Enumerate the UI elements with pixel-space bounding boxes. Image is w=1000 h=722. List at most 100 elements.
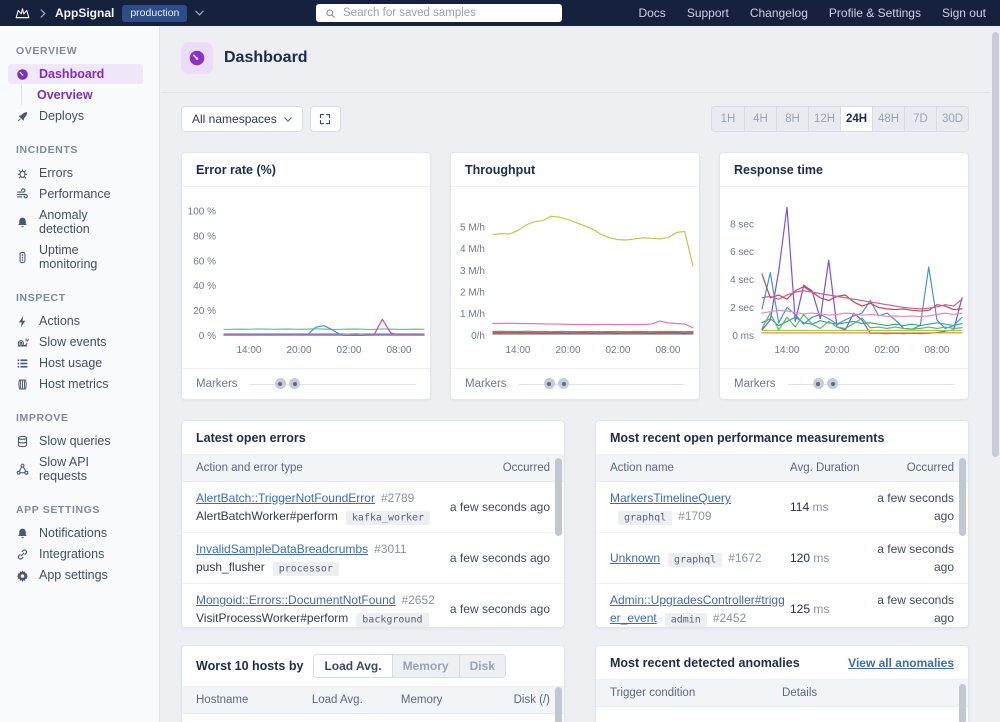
time-range-12h[interactable]: 12H xyxy=(808,107,840,131)
svg-text:4 sec: 4 sec xyxy=(730,275,754,286)
time-range-4h[interactable]: 4H xyxy=(744,107,776,131)
sidebar-item-dashboard[interactable]: Dashboard xyxy=(8,64,143,84)
namespace-badge: admin xyxy=(665,613,707,627)
card-title-row: Most recent detected anomalies View all … xyxy=(596,646,968,680)
namespace-filter-button[interactable]: All namespaces xyxy=(181,106,303,132)
search-input[interactable] xyxy=(341,6,558,20)
page-title: Dashboard xyxy=(224,49,308,67)
marker-dot[interactable] xyxy=(827,378,838,389)
time-range-48h[interactable]: 48H xyxy=(872,107,904,131)
error-type-link[interactable]: Mongoid::Errors::DocumentNotFound xyxy=(196,593,395,607)
sidebar-item-errors[interactable]: Errors xyxy=(8,163,143,183)
hosts-toggle-load-avg[interactable]: Load Avg. xyxy=(314,655,391,677)
marker-dot[interactable] xyxy=(289,378,300,389)
marker-dot[interactable] xyxy=(558,378,569,389)
sidebar-item-host-usage[interactable]: Host usage xyxy=(8,353,143,373)
action-link[interactable]: Unknown xyxy=(610,551,660,565)
sidebar-item-notifications[interactable]: Notifications xyxy=(8,523,143,543)
issue-number: #2789 xyxy=(381,491,414,505)
time-range-1h[interactable]: 1H xyxy=(712,107,744,131)
table-scrollbar xyxy=(555,457,562,624)
hosts-toggle-disk[interactable]: Disk xyxy=(459,655,505,677)
chart-title: Response time xyxy=(720,153,968,187)
hosts-toggle-memory[interactable]: Memory xyxy=(392,655,459,677)
environment-badge[interactable]: production xyxy=(122,5,187,22)
markers-label: Markers xyxy=(734,378,776,390)
sidebar-item-actions[interactable]: Actions xyxy=(8,311,143,331)
svg-text:20:00: 20:00 xyxy=(555,345,580,356)
time-range-24h[interactable]: 24H xyxy=(840,107,872,131)
nav-link-profile-settings[interactable]: Profile & Settings xyxy=(829,6,921,20)
global-search[interactable] xyxy=(316,4,562,22)
sidebar-item-label: Slow API requests xyxy=(39,455,135,483)
dashboard-gauge-icon xyxy=(181,42,213,74)
sidebar-item-overview[interactable]: Overview xyxy=(21,85,143,105)
worst-hosts-card: Worst 10 hosts by Load Avg.MemoryDisk Ho… xyxy=(181,645,565,722)
sidebar-item-label: Overview xyxy=(37,88,93,102)
sidebar-item-label: Deploys xyxy=(39,109,84,123)
header-divider xyxy=(161,92,990,93)
breadcrumb-app-name[interactable]: AppSignal xyxy=(55,6,114,20)
view-all-anomalies-link[interactable]: View all anomalies xyxy=(848,656,954,670)
duration-cell: 125 ms xyxy=(790,602,872,616)
nav-link-support[interactable]: Support xyxy=(687,6,729,20)
svg-text:20:00: 20:00 xyxy=(286,345,311,356)
fullscreen-button[interactable] xyxy=(310,106,341,132)
recent-anomalies-card: Most recent detected anomalies View all … xyxy=(595,645,969,722)
scrollbar-thumb[interactable] xyxy=(959,458,966,536)
link-icon xyxy=(16,548,29,561)
action-link[interactable]: MarkersTimelineQuery xyxy=(610,491,731,505)
sidebar-item-label: Actions xyxy=(39,314,80,328)
svg-text:14:00: 14:00 xyxy=(236,345,261,356)
environment-chevron-down-icon[interactable] xyxy=(195,10,204,16)
svg-text:14:00: 14:00 xyxy=(774,345,799,356)
anomalies-table-header: Trigger conditionDetails xyxy=(596,680,968,707)
sidebar-item-host-metrics[interactable]: Host metrics xyxy=(8,374,143,394)
sidebar-section-title: OVERVIEW xyxy=(0,40,159,64)
top-navbar: AppSignal production Docs Support Changelo… xyxy=(0,0,1000,26)
sidebar-item-integrations[interactable]: Integrations xyxy=(8,544,143,564)
search-icon xyxy=(325,8,336,19)
error-type-link[interactable]: InvalidSampleDataBreadcrumbs xyxy=(196,542,368,556)
error-type-link[interactable]: AlertBatch::TriggerNotFoundError xyxy=(196,491,375,505)
sidebar-item-uptime-monitoring[interactable]: Uptime monitoring xyxy=(8,240,143,274)
sidebar-item-label: Slow queries xyxy=(39,434,111,448)
sidebar-item-slow-queries[interactable]: Slow queries xyxy=(8,431,143,451)
nav-link-changelog[interactable]: Changelog xyxy=(750,6,808,20)
sidebar-item-anomaly-detection[interactable]: Anomaly detection xyxy=(8,205,143,239)
time-range-8h[interactable]: 8H xyxy=(776,107,808,131)
sidebar-item-slow-events[interactable]: Slow events xyxy=(8,332,143,352)
column-header: Hostname xyxy=(196,694,312,706)
namespace-badge: background xyxy=(356,613,428,627)
scrollbar-thumb[interactable] xyxy=(959,684,966,722)
marker-dot[interactable] xyxy=(275,378,286,389)
nav-link-sign-out[interactable]: Sign out xyxy=(942,6,986,20)
scrollbar-thumb[interactable] xyxy=(555,687,562,722)
svg-text:02:00: 02:00 xyxy=(605,345,630,356)
svg-text:5 M/h: 5 M/h xyxy=(460,223,485,234)
column-header: Memory xyxy=(401,694,490,706)
svg-text:20:00: 20:00 xyxy=(824,345,849,356)
sidebar-item-deploys[interactable]: Deploys xyxy=(8,106,143,126)
perf-table-body: MarkersTimelineQuerygraphql#1709114 msa … xyxy=(596,482,968,628)
time-range-30d[interactable]: 30D xyxy=(936,107,968,131)
main-content: Dashboard All namespaces 1H4H8H12H24H48H… xyxy=(160,26,1000,722)
sidebar-item-performance[interactable]: Performance xyxy=(8,184,143,204)
appsignal-logo-icon[interactable] xyxy=(14,7,31,19)
time-range-7d[interactable]: 7D xyxy=(904,107,936,131)
scrollbar-thumb[interactable] xyxy=(555,458,562,536)
namespace-filter-label: All namespaces xyxy=(192,112,277,126)
markers-label: Markers xyxy=(465,378,507,390)
chart-title: Throughput xyxy=(451,153,699,187)
nav-link-docs[interactable]: Docs xyxy=(638,6,665,20)
sidebar-item-app-settings[interactable]: App settings xyxy=(8,565,143,585)
occurred-cell: a few seconds ago xyxy=(445,549,550,567)
page-scrollbar-thumb[interactable] xyxy=(992,32,999,457)
marker-dot[interactable] xyxy=(813,378,824,389)
sidebar-item-slow-api-requests[interactable]: Slow API requests xyxy=(8,452,143,486)
hosts-table-header: HostnameLoad Avg.MemoryDisk (/) xyxy=(182,687,564,714)
breadcrumb-chevron-icon xyxy=(40,9,46,18)
sidebar-item-label: Anomaly detection xyxy=(39,208,135,236)
marker-dot[interactable] xyxy=(544,378,555,389)
sidebar-item-label: Host usage xyxy=(39,356,102,370)
